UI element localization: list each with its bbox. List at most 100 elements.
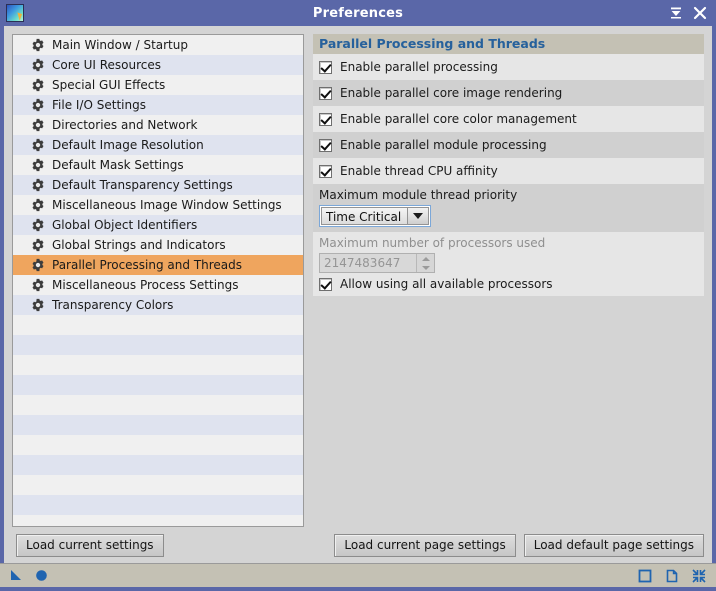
close-icon[interactable] [693, 6, 707, 20]
checkbox[interactable] [319, 61, 332, 74]
load-default-page-settings-button[interactable]: Load default page settings [524, 534, 704, 557]
thread-priority-value: Time Critical [321, 207, 407, 225]
sidebar-filler-row [13, 355, 303, 375]
sidebar-item-3[interactable]: File I/O Settings [13, 95, 303, 115]
sidebar-item-10[interactable]: Global Strings and Indicators [13, 235, 303, 255]
status-bar-left [10, 569, 48, 582]
gear-icon [31, 218, 45, 232]
setting-row-0[interactable]: Enable parallel processing [313, 54, 704, 80]
checkbox[interactable] [319, 87, 332, 100]
sidebar-item-label: Global Object Identifiers [52, 218, 197, 232]
stepper-down-icon [417, 263, 434, 272]
sidebar-item-5[interactable]: Default Image Resolution [13, 135, 303, 155]
sidebar-filler-row [13, 375, 303, 395]
sidebar-item-13[interactable]: Transparency Colors [13, 295, 303, 315]
pointer-icon[interactable] [10, 569, 23, 582]
sidebar-item-8[interactable]: Miscellaneous Image Window Settings [13, 195, 303, 215]
setting-row-1[interactable]: Enable parallel core image rendering [313, 80, 704, 106]
thread-priority-select[interactable]: Time Critical [319, 205, 431, 227]
sidebar-filler-row [13, 455, 303, 475]
panel-button-row: Load current page settings Load default … [313, 527, 704, 563]
checkbox[interactable] [319, 165, 332, 178]
sidebar-item-label: Default Image Resolution [52, 138, 204, 152]
sidebar-item-1[interactable]: Core UI Resources [13, 55, 303, 75]
gear-icon [31, 298, 45, 312]
gear-icon [31, 158, 45, 172]
setting-row-2[interactable]: Enable parallel core color management [313, 106, 704, 132]
max-processors-label: Maximum number of processors used [319, 236, 704, 250]
sidebar-item-label: Special GUI Effects [52, 78, 165, 92]
collapse-icon[interactable] [669, 6, 683, 20]
main-content: Main Window / Startup Core UI Resources Sp… [4, 26, 712, 563]
thread-priority-group: Maximum module thread priority Time Crit… [313, 184, 704, 232]
thread-priority-label: Maximum module thread priority [319, 188, 704, 202]
sidebar-filler-row [13, 515, 303, 527]
square-icon[interactable] [638, 569, 652, 583]
gear-icon [31, 78, 45, 92]
gear-icon [31, 178, 45, 192]
panel-title: Parallel Processing and Threads [313, 34, 704, 54]
setting-label: Enable parallel core image rendering [340, 86, 562, 100]
setting-label: Enable thread CPU affinity [340, 164, 498, 178]
gear-icon [31, 58, 45, 72]
title-bar: Preferences [0, 0, 716, 26]
checkbox-rows: Enable parallel processing Enable paralle… [313, 54, 704, 184]
sidebar-filler-row [13, 475, 303, 495]
sidebar-item-2[interactable]: Special GUI Effects [13, 75, 303, 95]
sidebar-filler-row [13, 395, 303, 415]
sidebar-item-label: Directories and Network [52, 118, 197, 132]
app-icon [6, 4, 24, 22]
status-bar [0, 563, 716, 587]
max-processors-stepper: 2147483647 [319, 253, 435, 273]
gear-icon [31, 118, 45, 132]
sidebar-item-label: Parallel Processing and Threads [52, 258, 242, 272]
sidebar-item-label: Miscellaneous Image Window Settings [52, 198, 282, 212]
setting-row-3[interactable]: Enable parallel module processing [313, 132, 704, 158]
setting-label: Enable parallel processing [340, 60, 498, 74]
settings-panel: Parallel Processing and Threads Enable p… [313, 34, 704, 527]
gear-icon [31, 258, 45, 272]
sidebar-item-9[interactable]: Global Object Identifiers [13, 215, 303, 235]
sidebar-item-label: Main Window / Startup [52, 38, 188, 52]
sidebar-filler-row [13, 315, 303, 335]
sidebar-item-4[interactable]: Directories and Network [13, 115, 303, 135]
allow-all-processors-label: Allow using all available processors [340, 277, 553, 291]
setting-row-4[interactable]: Enable thread CPU affinity [313, 158, 704, 184]
preference-page-list[interactable]: Main Window / Startup Core UI Resources Sp… [12, 34, 304, 527]
sidebar-filler-row [13, 495, 303, 515]
checkbox[interactable] [319, 139, 332, 152]
allow-all-processors-checkbox[interactable] [319, 278, 332, 291]
sidebar-item-label: Transparency Colors [52, 298, 173, 312]
window-controls [669, 6, 716, 20]
sidebar-item-label: Default Mask Settings [52, 158, 184, 172]
collapse-arrows-icon[interactable] [692, 569, 706, 583]
setting-label: Enable parallel module processing [340, 138, 547, 152]
preferences-window: Preferences Main Window / Startup Core UI… [0, 0, 716, 591]
sidebar-item-11[interactable]: Parallel Processing and Threads [13, 255, 303, 275]
sidebar-item-label: Miscellaneous Process Settings [52, 278, 239, 292]
window-title: Preferences [0, 6, 716, 21]
load-current-page-settings-button[interactable]: Load current page settings [334, 534, 515, 557]
stepper-buttons [416, 254, 434, 272]
sidebar-filler-row [13, 435, 303, 455]
sidebar-column: Main Window / Startup Core UI Resources Sp… [12, 34, 304, 563]
sidebar-item-0[interactable]: Main Window / Startup [13, 35, 303, 55]
chevron-down-icon[interactable] [407, 207, 429, 225]
circle-icon[interactable] [35, 569, 48, 582]
sidebar-filler-row [13, 415, 303, 435]
sidebar-item-label: Core UI Resources [52, 58, 161, 72]
max-processors-value: 2147483647 [320, 254, 416, 272]
checkbox[interactable] [319, 113, 332, 126]
allow-all-processors-checkbox-row[interactable]: Allow using all available processors [319, 277, 704, 291]
load-current-settings-button[interactable]: Load current settings [16, 534, 164, 557]
max-processors-group: Maximum number of processors used 214748… [313, 232, 704, 296]
gear-icon [31, 278, 45, 292]
settings-column: Parallel Processing and Threads Enable p… [313, 34, 704, 563]
sidebar-item-12[interactable]: Miscellaneous Process Settings [13, 275, 303, 295]
page-icon[interactable] [665, 569, 679, 583]
sidebar-item-7[interactable]: Default Transparency Settings [13, 175, 303, 195]
gear-icon [31, 38, 45, 52]
status-bar-right [638, 569, 706, 583]
sidebar-item-6[interactable]: Default Mask Settings [13, 155, 303, 175]
sidebar-button-row: Load current settings [12, 527, 304, 563]
